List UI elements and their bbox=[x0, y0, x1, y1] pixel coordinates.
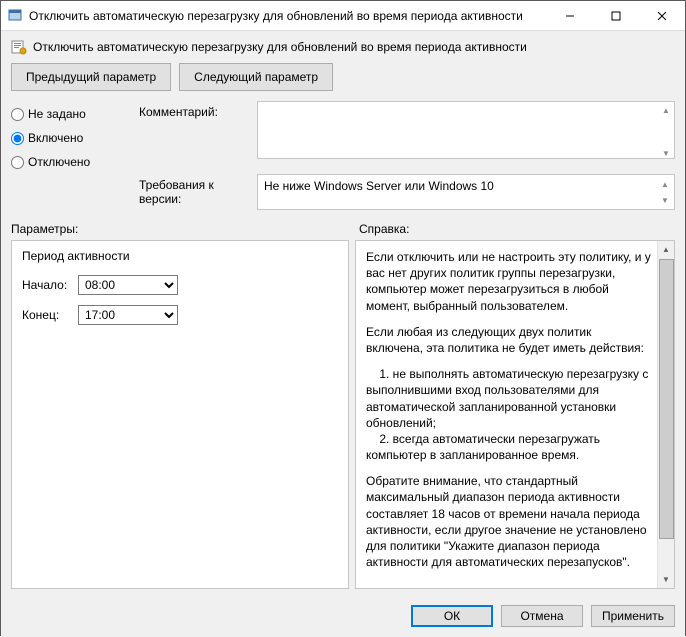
start-time-label: Начало: bbox=[22, 278, 70, 292]
supported-label: Требования к версии: bbox=[139, 174, 249, 206]
dialog-content: Отключить автоматическую перезагрузку дл… bbox=[1, 31, 685, 637]
titlebar: Отключить автоматическую перезагрузку дл… bbox=[1, 1, 685, 31]
state-enabled-label: Включено bbox=[28, 131, 83, 145]
comment-label: Комментарий: bbox=[139, 101, 249, 119]
chevron-up-icon: ▲ bbox=[659, 103, 673, 117]
parameters-label: Параметры: bbox=[11, 222, 359, 236]
state-disabled-radio[interactable] bbox=[11, 156, 24, 169]
scroll-up-icon[interactable]: ▲ bbox=[658, 241, 674, 258]
help-list-item: 1. не выполнять автоматическую перезагру… bbox=[366, 366, 651, 431]
comment-textarea[interactable] bbox=[257, 101, 675, 159]
minimize-button[interactable] bbox=[547, 1, 593, 30]
window-title: Отключить автоматическую перезагрузку дл… bbox=[29, 9, 547, 23]
maximize-button[interactable] bbox=[593, 1, 639, 30]
help-list-item: 2. всегда автоматически перезагружать ко… bbox=[366, 431, 651, 463]
state-radio-group: Не задано Включено Отключено bbox=[11, 101, 121, 210]
chevron-up-icon: ▲ bbox=[658, 177, 672, 191]
help-paragraph: Если любая из следующих двух политик вкл… bbox=[366, 324, 651, 356]
state-not-configured-radio[interactable] bbox=[11, 108, 24, 121]
ok-button[interactable]: ОК bbox=[411, 605, 493, 627]
end-time-select[interactable]: 17:00 bbox=[78, 305, 178, 325]
policy-title: Отключить автоматическую перезагрузку дл… bbox=[33, 40, 527, 54]
help-pane: Если отключить или не настроить эту поли… bbox=[355, 240, 675, 589]
help-text: Если отключить или не настроить эту поли… bbox=[366, 249, 657, 580]
state-not-configured-label: Не задано bbox=[28, 107, 86, 121]
help-paragraph: Обратите внимание, что стандартный макси… bbox=[366, 473, 651, 570]
chevron-down-icon: ▼ bbox=[659, 146, 673, 160]
end-time-label: Конец: bbox=[22, 308, 70, 322]
help-paragraph: Если отключить или не настроить эту поли… bbox=[366, 249, 651, 314]
start-time-select[interactable]: 08:00 bbox=[78, 275, 178, 295]
chevron-down-icon: ▼ bbox=[658, 193, 672, 207]
supported-on-text: Не ниже Windows Server или Windows 10 bbox=[264, 179, 494, 193]
help-scrollbar[interactable]: ▲ ▼ bbox=[657, 241, 674, 588]
close-button[interactable] bbox=[639, 1, 685, 30]
state-disabled-label: Отключено bbox=[28, 155, 90, 169]
previous-setting-button[interactable]: Предыдущий параметр bbox=[11, 63, 171, 91]
supported-on-box: Не ниже Windows Server или Windows 10 ▲ … bbox=[257, 174, 675, 210]
active-hours-group-title: Период активности bbox=[22, 249, 338, 263]
scroll-thumb[interactable] bbox=[659, 259, 674, 539]
help-label: Справка: bbox=[359, 222, 409, 236]
cancel-button[interactable]: Отмена bbox=[501, 605, 583, 627]
parameters-pane: Период активности Начало: 08:00 Конец: 1… bbox=[11, 240, 349, 589]
app-icon bbox=[7, 8, 23, 24]
next-setting-button[interactable]: Следующий параметр bbox=[179, 63, 333, 91]
scroll-down-icon[interactable]: ▼ bbox=[658, 571, 674, 588]
policy-icon bbox=[11, 39, 27, 55]
apply-button[interactable]: Применить bbox=[591, 605, 675, 627]
state-enabled-radio[interactable] bbox=[11, 132, 24, 145]
